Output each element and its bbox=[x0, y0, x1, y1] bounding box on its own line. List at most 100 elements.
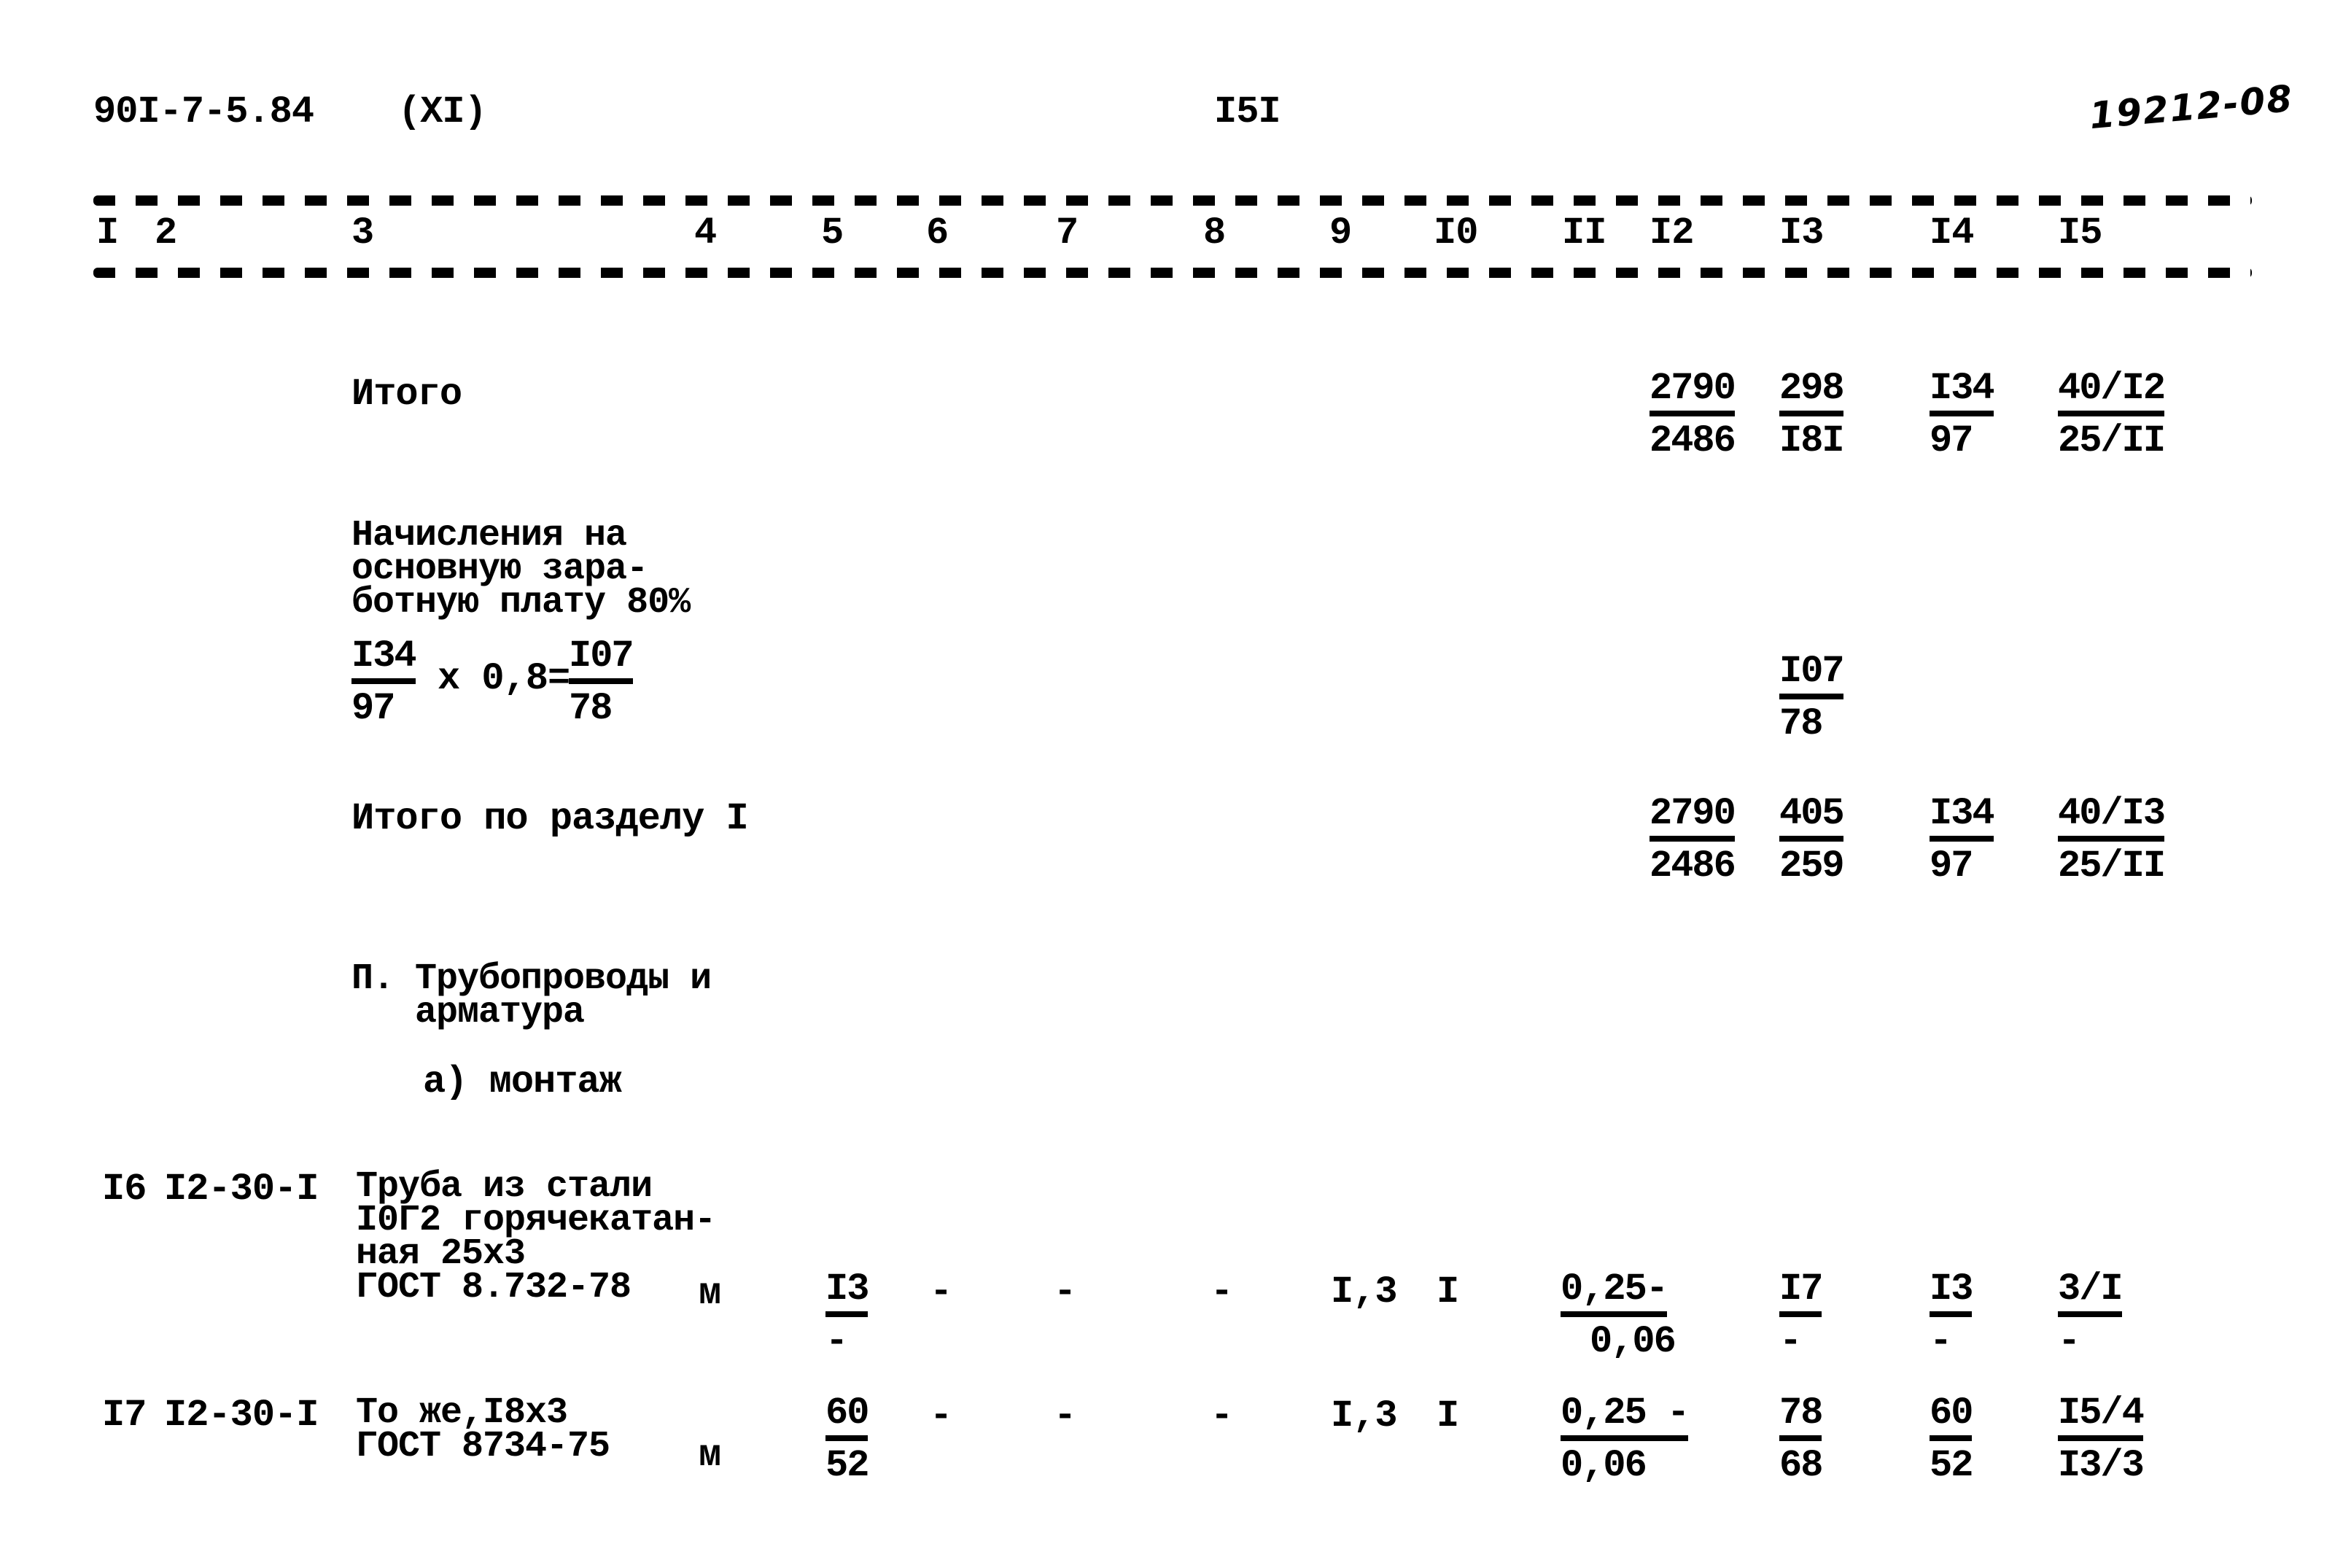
doc-code: 90I-7-5.84 bbox=[93, 90, 314, 133]
col5-fraction: 60 52 bbox=[825, 1393, 869, 1487]
numerator: I07 bbox=[569, 636, 634, 684]
column-header-12: I2 bbox=[1650, 211, 1694, 255]
column-header-11: II bbox=[1562, 211, 1606, 255]
col9-value: I,3 bbox=[1331, 1394, 1398, 1437]
numerator: I7 bbox=[1779, 1269, 1823, 1317]
row-code: I2-30-I bbox=[164, 1394, 319, 1437]
col14-fraction: I34 97 bbox=[1930, 368, 1995, 462]
header-bottom-dashed-rule bbox=[93, 268, 2252, 278]
column-header-4: 4 bbox=[694, 211, 717, 255]
denominator: 25/II bbox=[2058, 845, 2166, 888]
handwritten-reference: 19212-08 bbox=[2088, 77, 2296, 138]
col10-value: I bbox=[1437, 1394, 1459, 1437]
col13-fraction: 78 68 bbox=[1779, 1393, 1823, 1487]
denominator: 78 bbox=[1779, 702, 1823, 745]
denominator: - bbox=[2058, 1320, 2080, 1363]
numerator: 405 bbox=[1779, 793, 1845, 842]
column-header-9: 9 bbox=[1329, 211, 1352, 255]
numerator: I3 bbox=[1930, 1269, 1973, 1317]
col15-fraction: I5/4 I3/3 bbox=[2058, 1393, 2145, 1487]
numerator: I3 bbox=[825, 1269, 869, 1317]
denominator: 2486 bbox=[1650, 419, 1736, 462]
column-header-10: I0 bbox=[1434, 211, 1478, 255]
denominator: - bbox=[1779, 1320, 1802, 1363]
row-desc-line-4: ГОСТ 8.732-78 bbox=[356, 1267, 632, 1308]
numerator: 78 bbox=[1779, 1393, 1823, 1441]
numerator: 0,25 - bbox=[1561, 1393, 1690, 1441]
denominator: 97 bbox=[1930, 845, 1973, 888]
row-number: I7 bbox=[102, 1394, 147, 1437]
page-number: I5I bbox=[1214, 90, 1281, 133]
row-label: Итого по разделу I bbox=[351, 797, 749, 840]
denominator: 0,06 bbox=[1561, 1444, 1647, 1487]
column-header-1: I bbox=[96, 211, 119, 255]
numerator: 2790 bbox=[1650, 793, 1736, 842]
column-header-2: 2 bbox=[155, 211, 177, 255]
column-header-15: I5 bbox=[2058, 211, 2102, 255]
col10-value: I bbox=[1437, 1270, 1459, 1313]
numerator: 40/I3 bbox=[2058, 793, 2166, 842]
col11-fraction: 0,25 - 0,06 bbox=[1561, 1393, 1690, 1487]
col9-value: I,3 bbox=[1331, 1270, 1398, 1313]
column-header-14: I4 bbox=[1930, 211, 1974, 255]
column-header-6: 6 bbox=[926, 211, 949, 255]
row-unit: м bbox=[699, 1272, 721, 1315]
doc-part: (XI) bbox=[398, 90, 487, 133]
col13-fraction: I07 78 bbox=[1779, 651, 1845, 745]
col14-fraction: I3 - bbox=[1930, 1269, 1973, 1363]
section-subtitle: а) монтаж bbox=[423, 1060, 622, 1103]
numerator: 3/I bbox=[2058, 1269, 2124, 1317]
formula-left-fraction: I34 97 bbox=[351, 636, 417, 730]
row-unit: м bbox=[699, 1434, 721, 1477]
denominator: 78 bbox=[569, 687, 613, 730]
col15-fraction: 40/I2 25/II bbox=[2058, 368, 2166, 462]
numerator: 60 bbox=[1930, 1393, 1973, 1441]
numerator: 2790 bbox=[1650, 368, 1736, 416]
denominator: 97 bbox=[1930, 419, 1973, 462]
col6-value: - bbox=[930, 1270, 952, 1313]
col15-fraction: 40/I3 25/II bbox=[2058, 793, 2166, 888]
col8-value: - bbox=[1211, 1394, 1233, 1437]
header-top-dashed-rule bbox=[93, 195, 2252, 206]
col7-value: - bbox=[1054, 1270, 1076, 1313]
denominator: 97 bbox=[351, 687, 395, 730]
row-desc-line-2: ГОСТ 8734-75 bbox=[356, 1426, 610, 1467]
row-number: I6 bbox=[102, 1168, 147, 1211]
section-title-line-2: арматура bbox=[351, 992, 585, 1033]
numerator: I34 bbox=[351, 636, 417, 684]
column-header-3: 3 bbox=[351, 211, 374, 255]
numerator: 60 bbox=[825, 1393, 869, 1441]
col13-fraction: 298 I8I bbox=[1779, 368, 1845, 462]
numerator: I07 bbox=[1779, 651, 1845, 699]
denominator: 2486 bbox=[1650, 845, 1736, 888]
col15-fraction: 3/I - bbox=[2058, 1269, 2124, 1363]
denominator: 0,06 bbox=[1590, 1320, 1676, 1363]
denominator: I3/3 bbox=[2058, 1444, 2145, 1487]
denominator: 52 bbox=[825, 1444, 869, 1487]
numerator: I5/4 bbox=[2058, 1393, 2145, 1441]
col6-value: - bbox=[930, 1394, 952, 1437]
denominator: - bbox=[1930, 1320, 1952, 1363]
formula-right-fraction: I07 78 bbox=[569, 636, 634, 730]
numerator: 0,25- bbox=[1561, 1269, 1668, 1317]
col12-fraction: 2790 2486 bbox=[1650, 368, 1736, 462]
numerator: I34 bbox=[1930, 368, 1995, 416]
row-label-line-3: ботную плату 80% bbox=[351, 582, 691, 624]
denominator: 68 bbox=[1779, 1444, 1823, 1487]
col8-value: - bbox=[1211, 1270, 1233, 1313]
col14-fraction: 60 52 bbox=[1930, 1393, 1973, 1486]
col11-fraction: 0,25- 0,06 bbox=[1561, 1269, 1676, 1363]
numerator: 298 bbox=[1779, 368, 1845, 416]
col12-fraction: 2790 2486 bbox=[1650, 793, 1736, 888]
row-code: I2-30-I bbox=[164, 1168, 319, 1211]
row-label: Итого bbox=[351, 373, 462, 416]
column-header-8: 8 bbox=[1203, 211, 1226, 255]
formula-operator: x 0,8= bbox=[438, 657, 570, 700]
denominator: 259 bbox=[1779, 845, 1845, 888]
denominator: I8I bbox=[1779, 419, 1845, 462]
numerator: I34 bbox=[1930, 793, 1995, 842]
col13-fraction: I7 - bbox=[1779, 1269, 1823, 1363]
col14-fraction: I34 97 bbox=[1930, 793, 1995, 888]
col13-fraction: 405 259 bbox=[1779, 793, 1845, 888]
column-header-7: 7 bbox=[1056, 211, 1079, 255]
